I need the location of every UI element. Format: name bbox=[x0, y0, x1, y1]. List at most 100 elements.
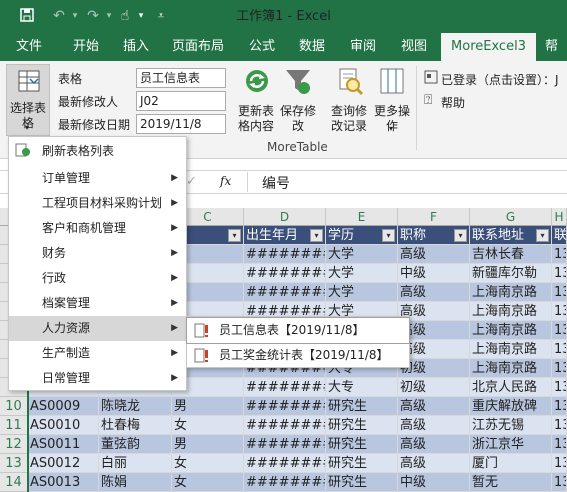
table-cell[interactable]: ######## bbox=[244, 245, 326, 264]
filter-dropdown-icon[interactable]: ▾ bbox=[454, 229, 467, 242]
table-cell[interactable]: 陈晓龙 bbox=[99, 397, 172, 416]
table-cell[interactable]: 男 bbox=[172, 397, 244, 416]
table-header-cell[interactable]: 联系地址 ▾ bbox=[470, 226, 552, 245]
table-cell[interactable]: 北京人民路 bbox=[470, 378, 552, 397]
table-name-field[interactable]: 员工信息表 bbox=[136, 68, 226, 88]
touch-dropdown-icon[interactable]: ▾ bbox=[132, 7, 150, 25]
filter-dropdown-icon[interactable]: ▾ bbox=[382, 229, 395, 242]
table-cell[interactable]: 白丽 bbox=[99, 454, 172, 473]
table-cell[interactable]: 上海南京路 bbox=[470, 340, 552, 359]
table-cell[interactable]: ######## bbox=[244, 397, 326, 416]
row-header[interactable]: 10 bbox=[0, 397, 28, 416]
table-cell[interactable]: 13 bbox=[552, 416, 567, 435]
table-cell[interactable]: AS0010 bbox=[28, 416, 99, 435]
table-cell[interactable]: 中级 bbox=[398, 473, 470, 492]
table-cell[interactable]: ######## bbox=[244, 473, 326, 492]
table-cell[interactable]: 上海南京路 bbox=[470, 283, 552, 302]
fx-icon[interactable]: fx bbox=[220, 174, 231, 188]
table-cell[interactable]: 13 bbox=[552, 378, 567, 397]
table-cell[interactable]: 高级 bbox=[398, 416, 470, 435]
menu-item-finance[interactable]: 财务 ▶ bbox=[9, 241, 186, 266]
column-header-f[interactable]: F bbox=[398, 208, 470, 226]
table-cell[interactable]: 13 bbox=[552, 264, 567, 283]
table-cell[interactable]: ######## bbox=[244, 435, 326, 454]
table-cell[interactable]: 上海南京路 bbox=[470, 321, 552, 340]
table-cell[interactable]: 13 bbox=[552, 454, 567, 473]
table-cell[interactable]: AS0012 bbox=[28, 454, 99, 473]
table-cell[interactable]: 13 bbox=[552, 359, 567, 378]
tab-home[interactable]: 开始 bbox=[58, 33, 114, 61]
menu-item-procurement[interactable]: 工程项目材料采购计划 ▶ bbox=[9, 191, 186, 216]
table-cell[interactable]: 高级 bbox=[398, 245, 470, 264]
table-cell[interactable]: AS0013 bbox=[28, 473, 99, 492]
tab-insert[interactable]: 插入 bbox=[114, 33, 158, 61]
menu-item-hr[interactable]: 人力资源 ▶ bbox=[9, 316, 186, 341]
table-cell[interactable]: 新疆库尔勒 bbox=[470, 264, 552, 283]
table-cell[interactable]: 高级 bbox=[398, 283, 470, 302]
table-cell[interactable]: 13 bbox=[552, 340, 567, 359]
table-cell[interactable]: 大专 bbox=[326, 378, 398, 397]
table-cell[interactable]: ######## bbox=[244, 454, 326, 473]
modifier-field[interactable]: J02 bbox=[136, 91, 226, 111]
table-cell[interactable]: ######## bbox=[244, 378, 326, 397]
table-cell[interactable]: 江苏无锡 bbox=[470, 416, 552, 435]
table-cell[interactable]: 大学 bbox=[326, 264, 398, 283]
column-header-g[interactable]: G bbox=[470, 208, 552, 226]
confirm-icon[interactable]: ✓ bbox=[186, 174, 197, 189]
column-header-e[interactable]: E bbox=[326, 208, 398, 226]
tab-page-layout[interactable]: 页面布局 bbox=[158, 33, 238, 61]
column-header-h[interactable]: H bbox=[552, 208, 567, 226]
table-cell[interactable]: 高级 bbox=[398, 454, 470, 473]
table-cell[interactable]: 陈娟 bbox=[99, 473, 172, 492]
tab-review[interactable]: 审阅 bbox=[338, 33, 388, 61]
table-cell[interactable]: 上海南京路 bbox=[470, 302, 552, 321]
filter-dropdown-icon[interactable]: ▾ bbox=[228, 229, 241, 242]
table-cell[interactable]: 女 bbox=[172, 416, 244, 435]
modified-date-field[interactable]: 2019/11/8 bbox=[136, 114, 226, 134]
table-cell[interactable]: 上海南京路 bbox=[470, 359, 552, 378]
table-cell[interactable]: 吉林长春 bbox=[470, 245, 552, 264]
table-cell[interactable]: 重庆解放碑 bbox=[470, 397, 552, 416]
menu-item-daily[interactable]: 日常管理 ▶ bbox=[9, 366, 186, 391]
table-cell[interactable]: 13 bbox=[552, 473, 567, 492]
table-cell[interactable]: ######## bbox=[244, 416, 326, 435]
table-cell[interactable]: 研究生 bbox=[326, 473, 398, 492]
menu-item-manufacturing[interactable]: 生产制造 ▶ bbox=[9, 341, 186, 366]
row-header[interactable]: 11 bbox=[0, 416, 28, 435]
table-header-cell[interactable]: 学历 ▾ bbox=[326, 226, 398, 245]
table-cell[interactable]: 暂无 bbox=[470, 473, 552, 492]
table-cell[interactable]: 杜春梅 bbox=[99, 416, 172, 435]
table-cell[interactable]: 女 bbox=[172, 454, 244, 473]
table-cell[interactable]: AS0009 bbox=[28, 397, 99, 416]
submenu-item-bonus-stats[interactable]: 员工奖金统计表【2019/11/8】 bbox=[187, 343, 409, 368]
menu-item-archives[interactable]: 档案管理 ▶ bbox=[9, 291, 186, 316]
column-header-d[interactable]: D bbox=[244, 208, 326, 226]
refresh-table-button[interactable]: 更新表格内容 bbox=[236, 66, 276, 134]
table-cell[interactable]: 研究生 bbox=[326, 454, 398, 473]
tab-moreexcel3[interactable]: MoreExcel3 bbox=[441, 33, 536, 61]
undo-dropdown-icon[interactable]: ▾ bbox=[66, 7, 84, 25]
tab-help[interactable]: 帮 bbox=[536, 33, 567, 61]
menu-item-refresh-list[interactable]: 刷新表格列表 bbox=[9, 139, 186, 164]
login-status[interactable]: 已登录（点击设置）：J bbox=[441, 71, 559, 88]
tab-formulas[interactable]: 公式 bbox=[238, 33, 286, 61]
table-cell[interactable]: 男 bbox=[172, 435, 244, 454]
table-header-cell[interactable]: 职称 ▾ bbox=[398, 226, 470, 245]
table-cell[interactable]: 13 bbox=[552, 435, 567, 454]
table-cell[interactable]: 13 bbox=[552, 397, 567, 416]
table-cell[interactable]: 初级 bbox=[398, 378, 470, 397]
row-header[interactable]: 12 bbox=[0, 435, 28, 454]
table-cell[interactable]: 厦门 bbox=[470, 454, 552, 473]
table-cell[interactable]: ######## bbox=[244, 264, 326, 283]
help-link[interactable]: 帮助 bbox=[441, 94, 465, 111]
table-cell[interactable]: 13 bbox=[552, 321, 567, 340]
table-cell[interactable]: 13 bbox=[552, 283, 567, 302]
menu-item-customers[interactable]: 客户和商机管理 ▶ bbox=[9, 216, 186, 241]
table-cell[interactable]: 女 bbox=[172, 473, 244, 492]
table-cell[interactable]: 研究生 bbox=[326, 397, 398, 416]
query-history-button[interactable]: 查询修改记录 bbox=[328, 66, 370, 134]
filter-dropdown-icon[interactable]: ▾ bbox=[310, 229, 323, 242]
save-changes-button[interactable]: 保存修改 bbox=[280, 66, 316, 134]
table-cell[interactable]: 大学 bbox=[326, 283, 398, 302]
submenu-item-employee-info[interactable]: 员工信息表【2019/11/8】 bbox=[186, 317, 410, 344]
